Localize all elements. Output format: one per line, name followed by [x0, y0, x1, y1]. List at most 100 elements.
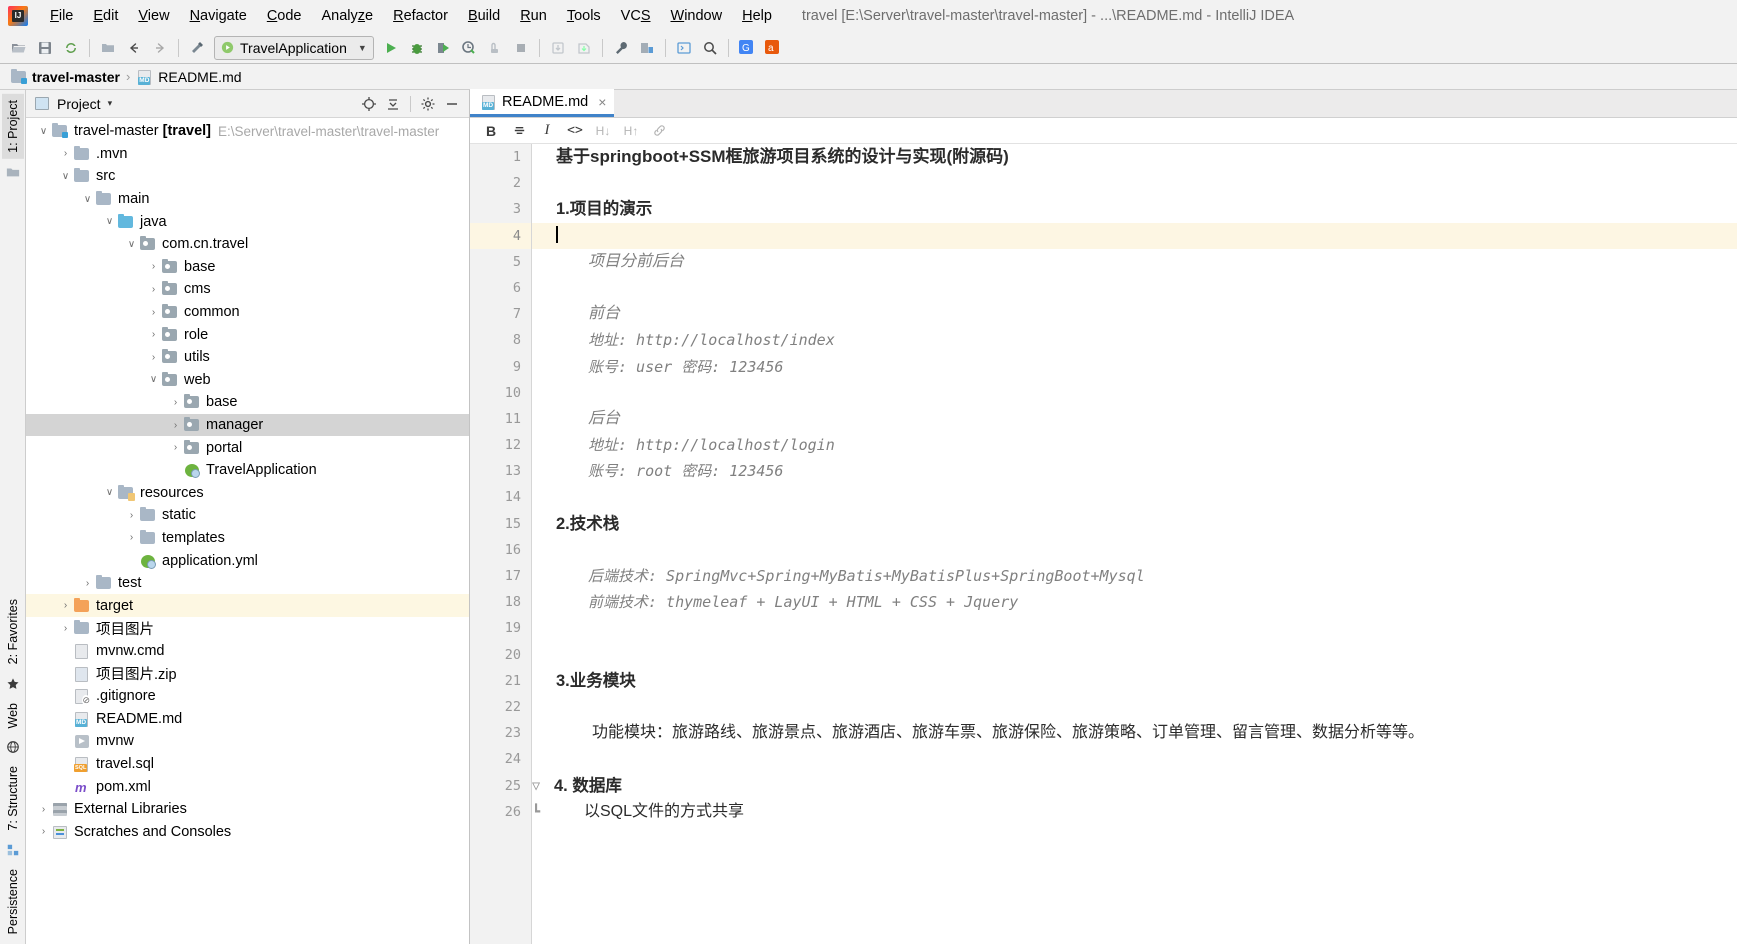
code-line[interactable]: 账号: user 密码: 123456 — [546, 354, 1737, 380]
project-file-tree[interactable]: ∨travel-master [travel]E:\Server\travel-… — [26, 118, 469, 944]
tree-node[interactable]: mvnw — [26, 730, 469, 753]
tree-node[interactable]: ›templates — [26, 527, 469, 550]
menu-edit[interactable]: Edit — [83, 4, 128, 28]
build-hammer-icon[interactable] — [184, 36, 210, 60]
favorites-star-icon[interactable] — [6, 677, 20, 691]
tree-node[interactable]: 项目图片.zip — [26, 662, 469, 685]
code-line[interactable] — [546, 380, 1737, 406]
menu-view[interactable]: View — [128, 4, 179, 28]
settings-wrench-icon[interactable] — [608, 36, 634, 60]
code-line[interactable] — [546, 170, 1737, 196]
tree-node[interactable]: ∨src — [26, 165, 469, 188]
attach-debugger-icon[interactable] — [482, 36, 508, 60]
run-configuration-selector[interactable]: TravelApplication ▼ — [214, 36, 374, 60]
tree-node[interactable]: ›项目图片 — [26, 617, 469, 640]
sidebar-item-web[interactable]: Web — [2, 697, 24, 734]
tree-node[interactable]: ›target — [26, 594, 469, 617]
tree-node[interactable]: TravelApplication — [26, 459, 469, 482]
bold-button[interactable]: B — [478, 120, 504, 142]
menu-window[interactable]: Window — [661, 4, 733, 28]
code-line[interactable]: 前端技术: thymeleaf + LayUI + HTML + CSS + J… — [546, 589, 1737, 615]
editor-lines[interactable]: 基于springboot+SSM框旅游项目系统的设计与实现(附源码)1.项目的演… — [546, 144, 1737, 944]
menu-analyze[interactable]: Analyze — [312, 4, 384, 28]
tree-node[interactable]: ›common — [26, 301, 469, 324]
code-line[interactable]: 功能模块：旅游路线、旅游景点、旅游酒店、旅游车票、旅游保险、旅游策略、订单管理、… — [546, 720, 1737, 746]
code-line[interactable]: 3.业务模块 — [546, 668, 1737, 694]
web-globe-icon[interactable] — [6, 740, 20, 754]
search-everywhere-icon[interactable] — [697, 36, 723, 60]
menu-vcs[interactable]: VCS — [611, 4, 661, 28]
breadcrumb-file[interactable]: README.md — [136, 69, 241, 85]
chevron-down-icon[interactable]: ∨ — [146, 374, 161, 385]
locate-icon[interactable] — [358, 93, 380, 115]
link-button[interactable] — [646, 120, 672, 142]
tree-node[interactable]: ›.mvn — [26, 143, 469, 166]
chevron-right-icon[interactable]: › — [124, 510, 139, 521]
code-line[interactable] — [546, 223, 1737, 249]
code-line[interactable] — [546, 275, 1737, 301]
code-line[interactable]: 2.技术栈 — [546, 511, 1737, 537]
code-line[interactable]: 以SQL文件的方式共享 — [546, 799, 1737, 825]
commit-icon[interactable] — [571, 36, 597, 60]
strikethrough-button[interactable] — [506, 120, 532, 142]
tree-node[interactable]: ∨java — [26, 210, 469, 233]
header-down-button[interactable]: H↓ — [590, 120, 616, 142]
chevron-down-icon[interactable]: ∨ — [58, 171, 73, 182]
save-all-icon[interactable] — [32, 36, 58, 60]
chevron-down-icon[interactable]: ∨ — [36, 126, 51, 137]
tree-node[interactable]: ›cms — [26, 278, 469, 301]
tree-node[interactable]: ›External Libraries — [26, 798, 469, 821]
menu-run[interactable]: Run — [510, 4, 557, 28]
project-structure-dialog-icon[interactable] — [634, 36, 660, 60]
stop-icon[interactable] — [508, 36, 534, 60]
chevron-right-icon[interactable]: › — [168, 420, 183, 431]
debug-icon[interactable] — [404, 36, 430, 60]
sidebar-item-project[interactable]: 1: Project — [2, 94, 24, 159]
chevron-down-icon[interactable]: ∨ — [102, 216, 117, 227]
terminal-icon[interactable] — [671, 36, 697, 60]
chevron-down-icon[interactable]: ∨ — [80, 194, 95, 205]
menu-code[interactable]: Code — [257, 4, 312, 28]
tree-node[interactable]: README.md — [26, 707, 469, 730]
chevron-right-icon[interactable]: › — [146, 261, 161, 272]
code-line[interactable]: 后台 — [546, 406, 1737, 432]
code-line[interactable]: 基于springboot+SSM框旅游项目系统的设计与实现(附源码) — [546, 144, 1737, 170]
menu-help[interactable]: Help — [732, 4, 782, 28]
sync-icon[interactable] — [58, 36, 84, 60]
tree-node[interactable]: application.yml — [26, 549, 469, 572]
code-line[interactable] — [546, 694, 1737, 720]
code-line[interactable] — [546, 537, 1737, 563]
profiler-icon[interactable] — [456, 36, 482, 60]
tree-node[interactable]: ›manager — [26, 414, 469, 437]
code-line[interactable]: 后端技术: SpringMvc+Spring+MyBatis+MyBatisPl… — [546, 563, 1737, 589]
code-editor[interactable]: 1234567891011121314151617181920212223242… — [470, 144, 1737, 944]
tree-node[interactable]: travel.sql — [26, 753, 469, 776]
menu-refactor[interactable]: Refactor — [383, 4, 458, 28]
menu-tools[interactable]: Tools — [557, 4, 611, 28]
chevron-right-icon[interactable]: › — [168, 397, 183, 408]
project-structure-icon[interactable] — [95, 36, 121, 60]
sidebar-item-persistence[interactable]: Persistence — [2, 863, 24, 940]
tree-node[interactable]: ∨com.cn.travel — [26, 233, 469, 256]
chevron-right-icon[interactable]: › — [58, 600, 73, 611]
code-line[interactable] — [546, 484, 1737, 510]
translate-icon[interactable]: G — [734, 36, 760, 60]
menu-build[interactable]: Build — [458, 4, 510, 28]
feedback-icon[interactable]: a — [760, 36, 786, 60]
settings-gear-icon[interactable] — [417, 93, 439, 115]
code-line[interactable]: 地址: http://localhost/login — [546, 432, 1737, 458]
code-line[interactable] — [546, 642, 1737, 668]
chevron-right-icon[interactable]: › — [36, 804, 51, 815]
tree-node[interactable]: ∨web — [26, 369, 469, 392]
code-line[interactable]: 4. 数据库 — [546, 773, 1737, 799]
open-folder-icon[interactable] — [6, 36, 32, 60]
breadcrumb-project[interactable]: travel-master — [10, 69, 120, 85]
close-icon[interactable]: × — [598, 94, 606, 110]
tree-node[interactable]: ›role — [26, 323, 469, 346]
tree-node[interactable]: mvnw.cmd — [26, 640, 469, 663]
tree-node[interactable]: mpom.xml — [26, 775, 469, 798]
tree-node[interactable]: .gitignore — [26, 685, 469, 708]
structure-icon[interactable] — [6, 843, 20, 857]
tree-node[interactable]: ∨resources — [26, 482, 469, 505]
chevron-right-icon[interactable]: › — [146, 352, 161, 363]
